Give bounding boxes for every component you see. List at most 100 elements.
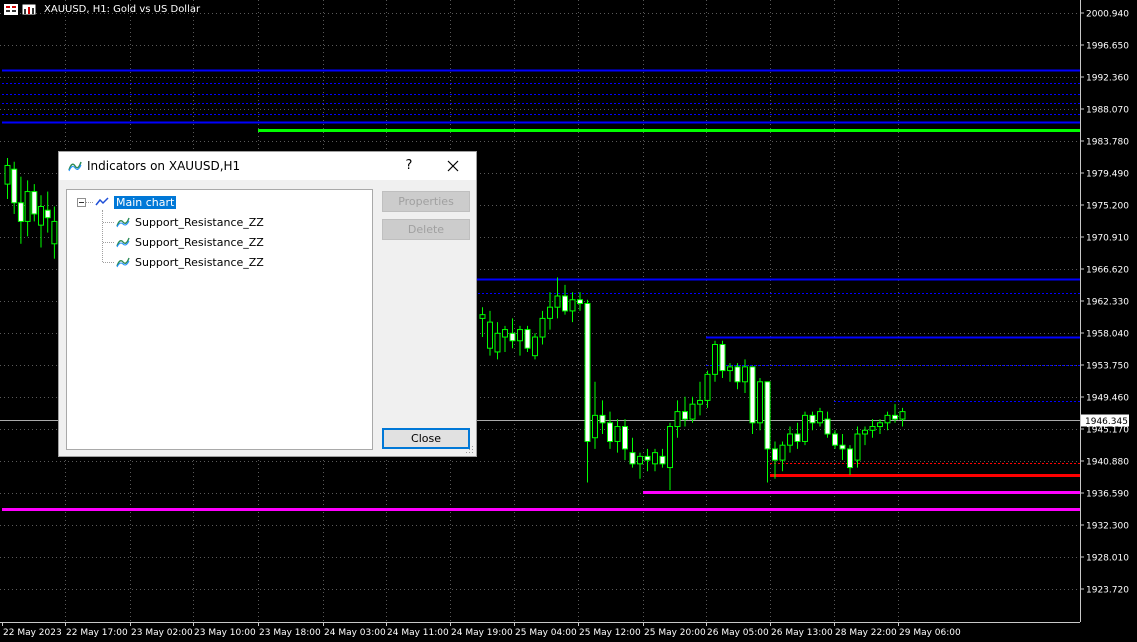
time-label: 25 May 04:00 <box>515 628 577 638</box>
candle-body <box>884 414 891 424</box>
indicator-icon <box>68 161 82 172</box>
time-label: 29 May 06:00 <box>899 628 961 638</box>
candle-body <box>787 433 793 446</box>
price-label: 1928.010 <box>1086 554 1129 564</box>
time-label: 25 May 12:00 <box>579 628 641 638</box>
candle-body <box>757 381 763 424</box>
candle-body <box>817 411 823 424</box>
candle-body <box>599 414 606 424</box>
close-button[interactable]: Close <box>382 428 470 449</box>
tree-connector <box>103 262 114 263</box>
candle-body <box>674 411 681 428</box>
indicators-tree[interactable]: Main chart Support_Resistance_ZZ Support… <box>66 189 373 450</box>
candle-body <box>802 414 808 442</box>
price-label: 1966.620 <box>1086 266 1129 276</box>
candle-body <box>704 373 711 401</box>
candle-body <box>517 329 523 342</box>
time-label: 25 May 20:00 <box>644 628 706 638</box>
candle-body <box>772 448 778 461</box>
tree-connector <box>86 202 93 203</box>
time-label: 22 May 2023 <box>3 628 62 638</box>
tree-item-main-chart[interactable]: Main chart <box>95 194 177 210</box>
candle-body <box>607 422 613 442</box>
candle-body <box>667 426 673 469</box>
price-label: 1936.590 <box>1086 490 1129 500</box>
candle-body <box>24 191 31 222</box>
candle-body <box>502 329 508 338</box>
candle-body <box>697 399 703 405</box>
candle-body <box>877 422 883 428</box>
tree-item-label: Support_Resistance_ZZ <box>135 215 264 229</box>
candle-body <box>51 220 58 245</box>
time-label: 23 May 02:00 <box>131 628 193 638</box>
candle-body <box>712 343 718 375</box>
indicator-icon <box>116 217 130 228</box>
price-label: 1940.880 <box>1086 458 1129 468</box>
dialog-titlebar[interactable]: Indicators on XAUUSD,H1 ? <box>59 152 476 180</box>
help-button[interactable]: ? <box>399 156 419 176</box>
resize-grip-icon[interactable] <box>466 446 474 454</box>
candle-body <box>689 403 696 420</box>
candle-body <box>629 452 636 465</box>
candle-body <box>637 455 643 465</box>
candle-body <box>659 455 666 465</box>
delete-button[interactable]: Delete <box>382 219 470 240</box>
candle-body <box>809 414 816 424</box>
candle-body <box>569 299 576 312</box>
candle-body <box>554 295 561 308</box>
candle-body <box>584 302 591 442</box>
indicator-icon <box>116 237 130 248</box>
candle-body <box>614 426 621 442</box>
candle-body <box>742 366 748 383</box>
price-label: 1979.490 <box>1086 170 1129 180</box>
chart-title: XAUUSD, H1: Gold vs US Dollar <box>4 2 200 16</box>
time-label: 26 May 13:00 <box>771 628 833 638</box>
candle-body <box>494 332 501 353</box>
price-label: 1932.300 <box>1086 522 1129 532</box>
tree-item-indicator[interactable]: Support_Resistance_ZZ <box>116 214 264 230</box>
price-label: 1945.170 <box>1086 426 1129 436</box>
candle-body <box>479 314 486 319</box>
price-label: 1962.330 <box>1086 298 1129 308</box>
tree-item-indicator[interactable]: Support_Resistance_ZZ <box>116 254 264 270</box>
collapse-icon[interactable] <box>77 198 86 207</box>
candle-body <box>824 418 831 435</box>
properties-button[interactable]: Properties <box>382 191 470 212</box>
time-label: 24 May 11:00 <box>387 628 449 638</box>
candle-body <box>547 306 553 319</box>
candle-body <box>749 366 756 424</box>
candle-body <box>869 426 876 431</box>
candle-body <box>562 295 568 312</box>
price-label: 2000.940 <box>1086 10 1129 20</box>
current-price-label: 1946.345 <box>1085 417 1128 427</box>
tree-connector <box>103 222 114 223</box>
price-label: 1996.650 <box>1086 42 1129 52</box>
candle-body <box>727 366 733 372</box>
grid-menu-icon[interactable] <box>4 3 18 15</box>
tree-root-label: Main chart <box>114 195 177 209</box>
candle-body <box>31 191 38 215</box>
price-label: 1992.360 <box>1086 74 1129 84</box>
dialog-title: Indicators on XAUUSD,H1 <box>87 159 241 173</box>
time-label: 24 May 19:00 <box>451 628 513 638</box>
tree-item-label: Support_Resistance_ZZ <box>135 235 264 249</box>
candle-body <box>682 411 688 420</box>
candle-body <box>38 205 44 226</box>
price-label: 1988.070 <box>1086 106 1129 116</box>
price-label: 1923.720 <box>1086 586 1129 596</box>
candle-body <box>839 444 846 450</box>
candle-body <box>892 414 898 420</box>
candle-body <box>854 433 861 461</box>
time-label: 28 May 22:00 <box>835 628 897 638</box>
candle-body <box>592 414 598 439</box>
tree-item-indicator[interactable]: Support_Resistance_ZZ <box>116 234 264 250</box>
candle-body <box>734 366 741 383</box>
chart-window-icon[interactable] <box>22 4 36 15</box>
tree-connector <box>103 242 114 243</box>
candle-body <box>862 429 868 435</box>
candle-body <box>577 299 583 304</box>
main-chart-icon <box>95 197 109 206</box>
tree-connector <box>102 210 103 262</box>
close-icon[interactable] <box>441 156 465 176</box>
candle-body <box>794 433 801 442</box>
